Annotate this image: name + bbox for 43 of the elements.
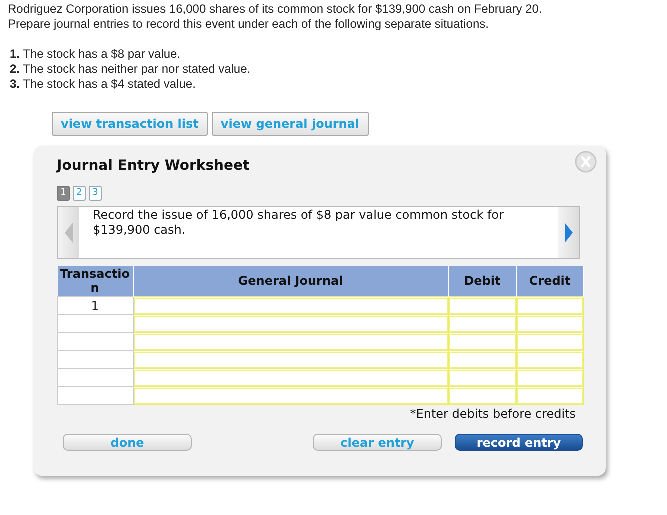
next-arrow-button[interactable]	[558, 207, 579, 258]
table-cell: 1	[58, 296, 133, 314]
input-field[interactable]	[449, 334, 516, 350]
input-field[interactable]	[517, 334, 583, 350]
input-field[interactable]	[134, 370, 448, 386]
input-field[interactable]	[517, 352, 583, 368]
input-field[interactable]	[517, 388, 583, 404]
view-button[interactable]: view general journal	[212, 112, 369, 136]
right-triangle-icon	[562, 220, 574, 244]
action-button[interactable]: done	[63, 434, 192, 451]
input-field[interactable]	[134, 352, 448, 368]
input-field[interactable]	[134, 298, 448, 314]
situation-text: 1. The stock has a $8 par value.	[9, 47, 182, 62]
input-field[interactable]	[134, 316, 448, 332]
left-triangle-icon	[62, 220, 74, 244]
action-button[interactable]: clear entry	[313, 434, 442, 451]
situation-text: 2. The stock has neither par nor stated value.	[9, 62, 252, 77]
column-header: General Journal	[133, 266, 448, 296]
input-field[interactable]	[449, 388, 516, 404]
input-field[interactable]	[134, 388, 448, 404]
question-text: Prepare journal entries to record this event under each of the following separate situations.	[8, 17, 490, 32]
page-tab[interactable]: 2	[73, 186, 86, 201]
input-field[interactable]	[449, 298, 516, 314]
input-field[interactable]	[449, 370, 516, 386]
note-text: *Enter debits before credits	[409, 407, 577, 421]
column-header: Credit	[516, 266, 584, 296]
page-tab[interactable]: 3	[89, 186, 102, 201]
column-header: Debit	[448, 266, 516, 296]
input-field[interactable]	[517, 316, 583, 332]
description-text: Record the issue of 16,000 shares of $8 par value common stock for $139,900 cash.	[92, 207, 505, 239]
worksheet-title: Journal Entry Worksheet	[57, 158, 250, 174]
action-button[interactable]: record entry	[455, 434, 583, 451]
input-field[interactable]	[449, 316, 516, 332]
input-field[interactable]	[517, 298, 583, 314]
situation-text: 3. The stock has a $4 stated value.	[9, 77, 197, 92]
input-field[interactable]	[449, 352, 516, 368]
close-icon[interactable]	[575, 151, 597, 173]
column-header: Transaction	[58, 266, 133, 296]
page-tab[interactable]: 1	[57, 186, 70, 201]
question-text: Rodriguez Corporation issues 16,000 shares of its common stock for $139,900 cash on February 20.	[8, 2, 544, 17]
input-field[interactable]	[517, 370, 583, 386]
input-field[interactable]	[134, 334, 448, 350]
view-button[interactable]: view transaction list	[52, 112, 208, 136]
